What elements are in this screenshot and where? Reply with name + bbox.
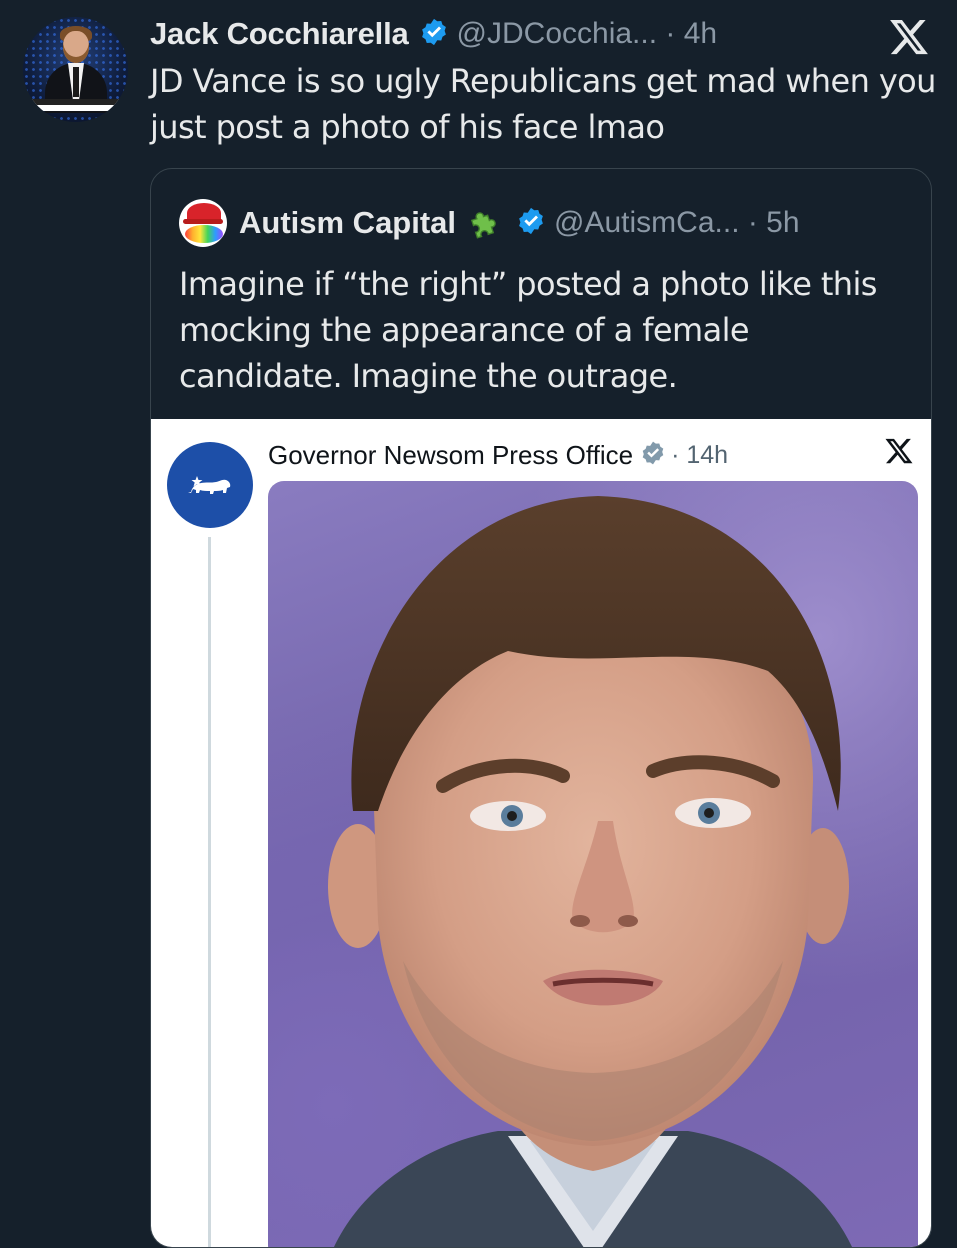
verified-badge-icon — [516, 206, 546, 241]
embedded-author-name[interactable]: Governor Newsom Press Office — [268, 440, 633, 471]
author-avatar[interactable] — [23, 17, 128, 122]
quoted-author-avatar[interactable] — [179, 199, 227, 247]
verified-badge-icon — [419, 17, 449, 52]
thread-line — [208, 537, 211, 1247]
california-bear-icon — [167, 442, 253, 528]
avatar-head — [63, 31, 89, 63]
x-logo-icon — [887, 16, 931, 58]
tweet-text: JD Vance is so ugly Republicans get mad … — [150, 62, 936, 146]
author-name[interactable]: Jack Cocchiarella — [150, 16, 409, 52]
embedded-post-header: Governor Newsom Press Office · 14h — [268, 435, 728, 475]
quoted-tweet-header: Autism Capital @AutismCa... · 5h — [179, 199, 800, 247]
x-logo-icon — [884, 436, 914, 466]
quoted-author-name[interactable]: Autism Capital — [239, 205, 456, 241]
quoted-author-handle-time[interactable]: @AutismCa... · 5h — [554, 206, 800, 240]
avatar-banner — [23, 99, 128, 111]
avatar-tie — [73, 67, 79, 97]
quoted-tweet-card[interactable]: Autism Capital @AutismCa... · 5h Imagine… — [150, 168, 932, 1248]
puzzle-piece-icon — [466, 201, 506, 246]
embedded-post-screenshot[interactable]: Governor Newsom Press Office · 14h — [151, 419, 931, 1247]
government-verified-badge-icon — [640, 440, 666, 471]
portrait-photo[interactable] — [268, 481, 918, 1247]
author-handle-time[interactable]: @JDCocchia... · 4h — [457, 17, 718, 51]
avatar-hat-rim — [183, 219, 223, 224]
portrait-illustration — [328, 496, 853, 1247]
quoted-tweet-text: Imagine if “the right” posted a photo li… — [179, 265, 877, 395]
avatar-rainbow-brain — [185, 225, 223, 243]
tweet-header: Jack Cocchiarella @JDCocchia... · 4h — [150, 14, 717, 54]
embedded-post-time[interactable]: · 14h — [671, 441, 728, 470]
